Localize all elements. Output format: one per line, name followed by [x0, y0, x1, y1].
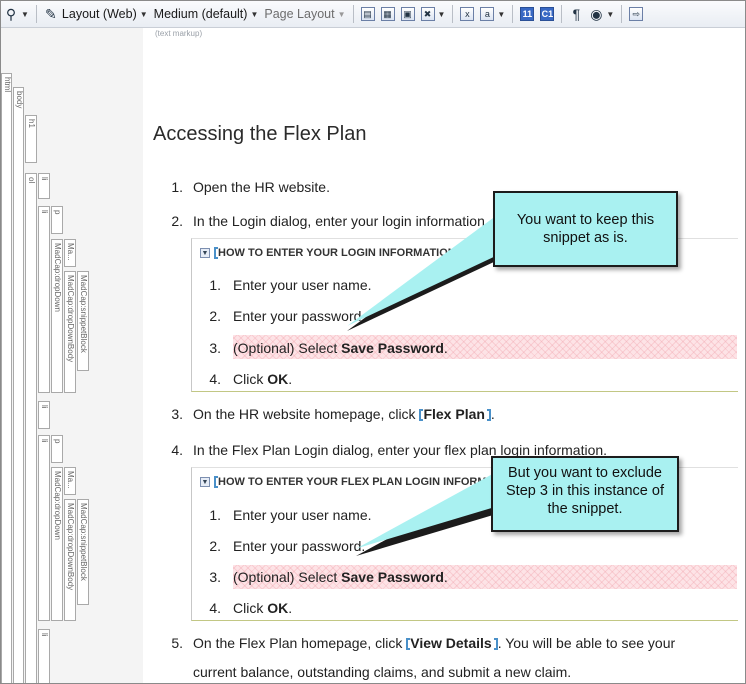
callout-pointers	[347, 212, 532, 556]
callout-exclude-step: But you want to exclude Step 3 in this i…	[491, 456, 679, 532]
callout-keep-snippet: You want to keep this snippet as is.	[493, 191, 678, 267]
editor-window: ⚲ ▼ ✎ Layout (Web) ▼ Medium (default) ▼ Page…	[0, 0, 746, 684]
